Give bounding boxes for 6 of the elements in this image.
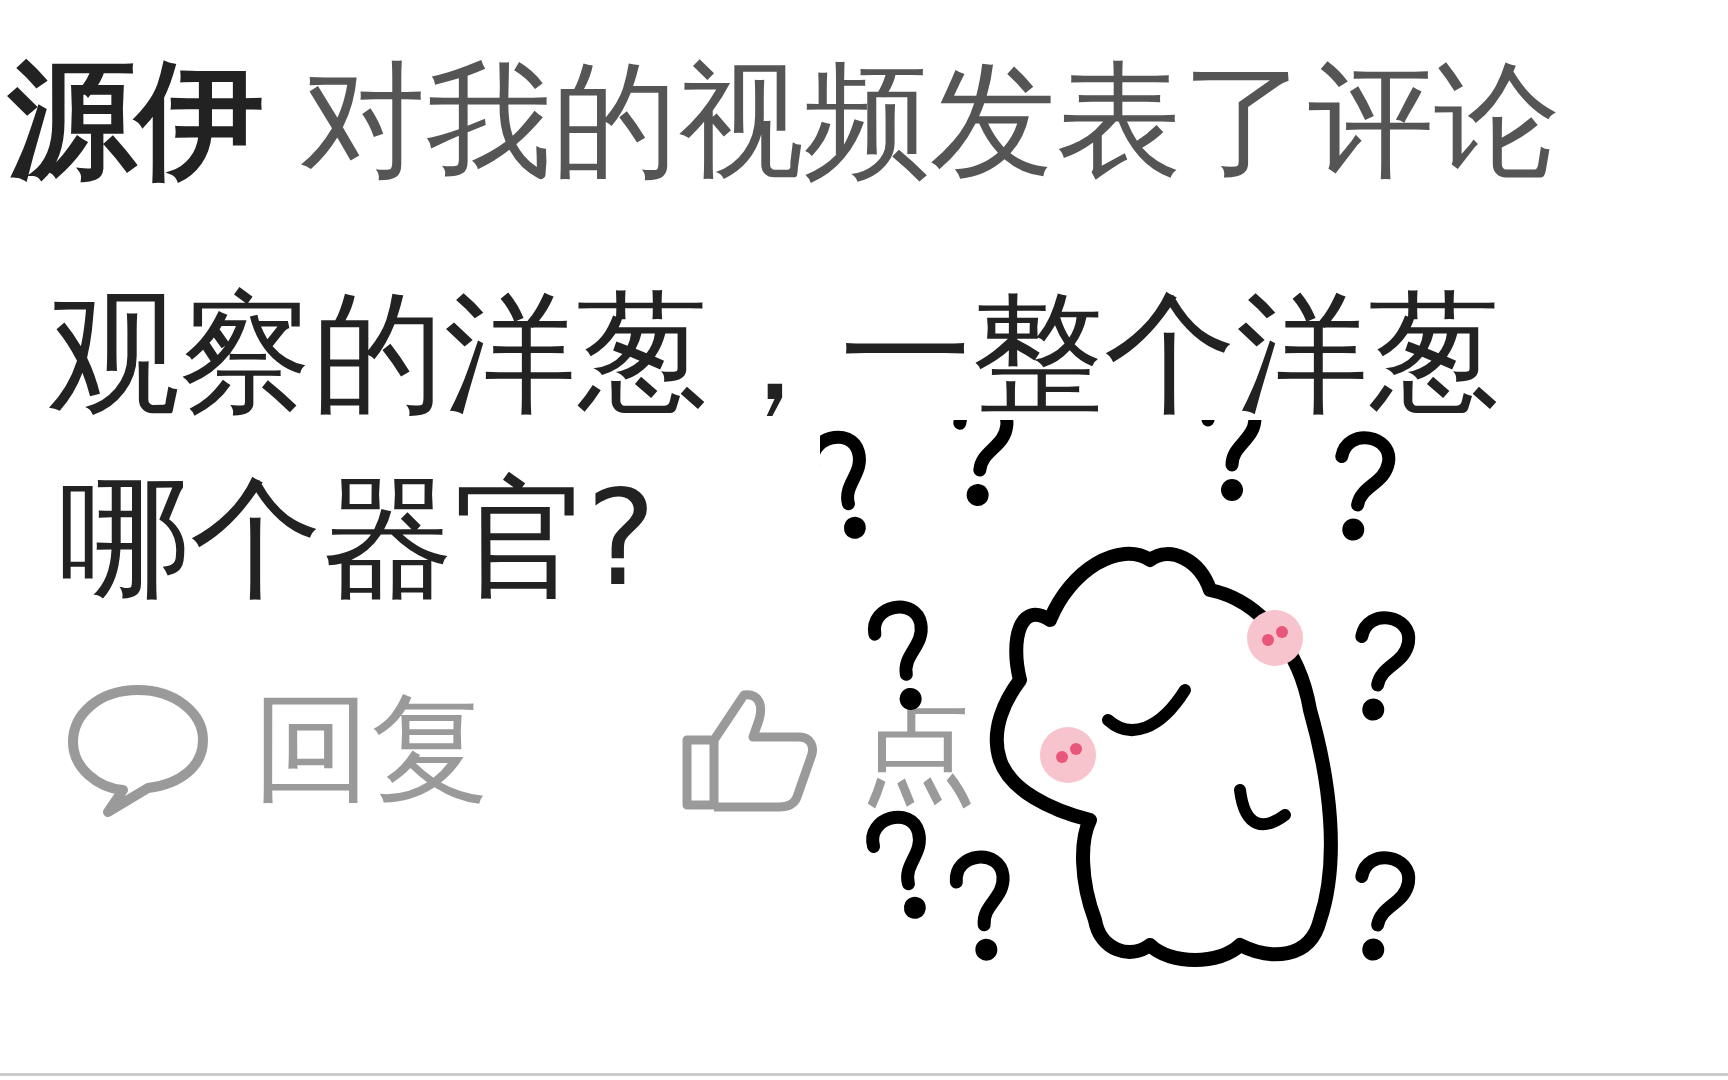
notification-text: 对我的视频发表了评论 bbox=[300, 52, 1560, 191]
comment-text: 哪个器官? bbox=[57, 459, 658, 617]
user-name[interactable]: 源伊 bbox=[8, 50, 264, 191]
action-button[interactable]: 回复 bbox=[63, 670, 489, 831]
comment-text: 观察的洋葱，一整个洋葱 bbox=[48, 274, 1501, 432]
action-button[interactable]: 点 bbox=[679, 670, 977, 831]
